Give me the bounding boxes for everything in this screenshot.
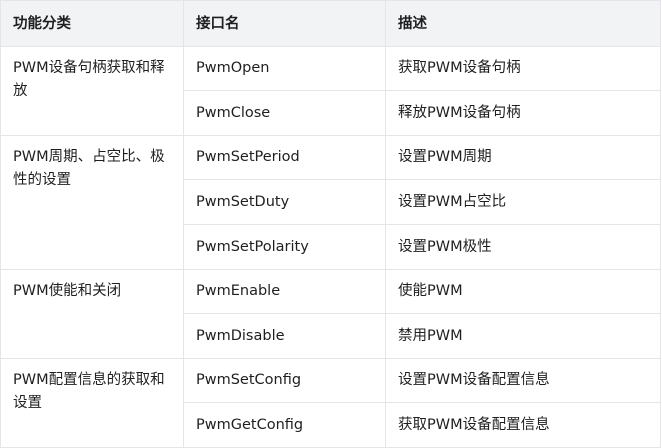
table-row: PWM使能和关闭 PwmEnable 使能PWM [0, 269, 661, 359]
api-name-cell: PwmSetDuty [183, 179, 386, 225]
category-cell: PWM周期、占空比、极性的设置 [0, 135, 184, 270]
api-name-cell: PwmEnable [183, 269, 386, 314]
table-row: PWM设备句柄获取和释放 PwmOpen 获取PWM设备句柄 [0, 46, 661, 136]
api-name-cell: PwmSetPolarity [183, 224, 386, 270]
header-category: 功能分类 [0, 0, 184, 47]
table-row: PWM配置信息的获取和设置 PwmSetConfig 设置PWM设备配置信息 [0, 358, 661, 448]
pwm-api-table: 功能分类 接口名 描述 PWM设备句柄获取和释放 PwmOpen 获取PWM设备… [0, 0, 661, 448]
api-name-cell: PwmDisable [183, 313, 386, 359]
table-row: PWM周期、占空比、极性的设置 PwmSetPeriod 设置PWM周期 [0, 135, 661, 270]
description-cell: 设置PWM极性 [385, 224, 661, 270]
description-cell: 设置PWM周期 [385, 135, 661, 180]
api-name-cell: PwmSetPeriod [183, 135, 386, 180]
description-cell: 设置PWM占空比 [385, 179, 661, 225]
category-cell: PWM配置信息的获取和设置 [0, 358, 184, 448]
description-cell: 使能PWM [385, 269, 661, 314]
header-description: 描述 [385, 0, 661, 47]
api-name-cell: PwmOpen [183, 46, 386, 91]
header-row: 功能分类 接口名 描述 [0, 0, 661, 47]
api-name-cell: PwmClose [183, 90, 386, 136]
description-cell: 禁用PWM [385, 313, 661, 359]
header-api-name: 接口名 [183, 0, 386, 47]
category-cell: PWM使能和关闭 [0, 269, 184, 359]
api-name-cell: PwmSetConfig [183, 358, 386, 403]
table-header: 功能分类 接口名 描述 [0, 0, 661, 47]
description-cell: 获取PWM设备句柄 [385, 46, 661, 91]
table-body: PWM设备句柄获取和释放 PwmOpen 获取PWM设备句柄 PwmClose … [0, 46, 661, 448]
description-cell: 设置PWM设备配置信息 [385, 358, 661, 403]
category-cell: PWM设备句柄获取和释放 [0, 46, 184, 136]
description-cell: 释放PWM设备句柄 [385, 90, 661, 136]
